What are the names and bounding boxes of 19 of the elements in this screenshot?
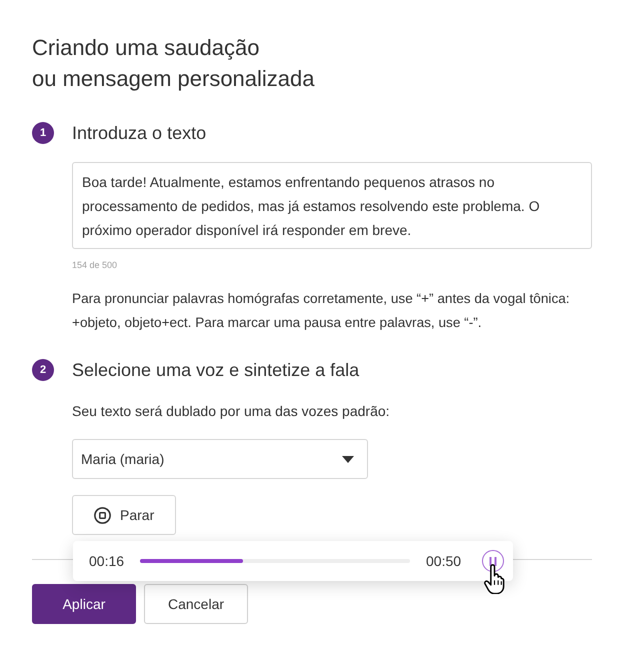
voice-select[interactable]: Maria (maria) xyxy=(72,439,368,479)
message-text-field[interactable]: Boa tarde! Atualmente, estamos enfrentando pequenos atrasos no processamento de pedidos, mas já estamos resolvendo este problema. O próximo operador disponível irá responder em breve. xyxy=(72,162,592,249)
step-number-badge: 1 xyxy=(32,122,54,144)
step-heading: Introduza o texto xyxy=(72,122,206,145)
step-number-badge: 2 xyxy=(32,359,54,381)
step-heading: Selecione uma voz e sintetize a fala xyxy=(72,359,360,382)
stop-icon xyxy=(94,506,111,524)
total-time: 00:50 xyxy=(426,552,462,570)
character-counter: 154 de 500 xyxy=(72,259,118,271)
caret-icon xyxy=(342,456,354,462)
cancel-button[interactable]: Cancelar xyxy=(144,584,248,624)
elapsed-time: 00:16 xyxy=(89,552,125,570)
hint-text: Para pronunciar palavras homógrafas corretamente, use “+” antes da vogal tônica: +objeto, objeto+ect. Para marcar uma pausa entre palavras, use “-”. xyxy=(72,290,571,332)
page-title: Criando uma saudação ou mensagem personalizada xyxy=(32,34,316,93)
stop-button[interactable]: Parar xyxy=(72,495,176,535)
voice-prompt-text: Seu texto será dublado por uma das vozes padrão: xyxy=(72,402,391,421)
progress-track[interactable] xyxy=(140,559,410,563)
apply-button[interactable]: Aplicar xyxy=(32,584,136,624)
pause-icon xyxy=(489,556,497,566)
